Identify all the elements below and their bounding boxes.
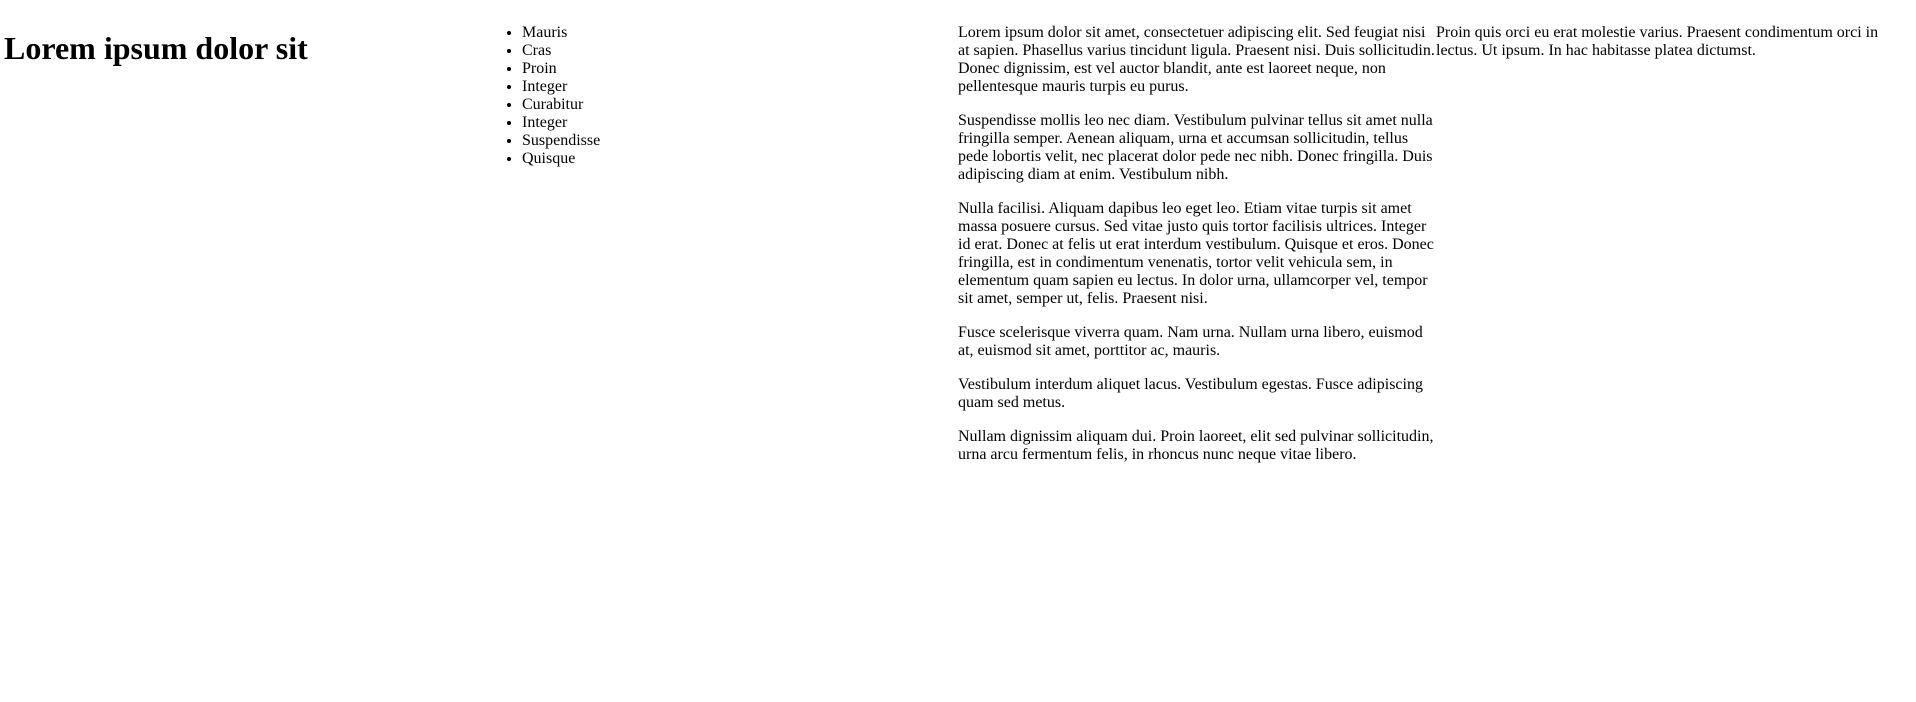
- aside-content: Proin quis orci eu erat molestie varius.…: [1436, 24, 1894, 60]
- list-item: Cras: [522, 42, 992, 60]
- aside-paragraph: Proin quis orci eu erat molestie varius.…: [1436, 24, 1879, 59]
- paragraph: Lorem ipsum dolor sit amet, consectetuer…: [958, 24, 1435, 95]
- paragraph: Vestibulum interdum aliquet lacus. Vesti…: [958, 376, 1423, 411]
- list-item: Quisque: [522, 150, 992, 168]
- main-content: Lorem ipsum dolor sit amet, consectetuer…: [958, 24, 1439, 480]
- list-item: Proin: [522, 60, 992, 78]
- list-item: Mauris: [522, 24, 992, 42]
- list-item: Integer: [522, 78, 992, 96]
- page-title: Lorem ipsum dolor sit: [4, 30, 308, 66]
- paragraph: Nulla facilisi. Aliquam dapibus leo eget…: [958, 200, 1434, 307]
- paragraph: Suspendisse mollis leo nec diam. Vestibu…: [958, 112, 1433, 183]
- paragraph: Nullam dignissim aliquam dui. Proin laor…: [958, 428, 1434, 463]
- list-item: Suspendisse: [522, 132, 992, 150]
- list-item: Integer: [522, 114, 992, 132]
- paragraph: Fusce scelerisque viverra quam. Nam urna…: [958, 324, 1423, 359]
- list-item: Curabitur: [522, 96, 992, 114]
- item-list: Mauris Cras Proin Integer Curabitur Inte…: [482, 24, 992, 168]
